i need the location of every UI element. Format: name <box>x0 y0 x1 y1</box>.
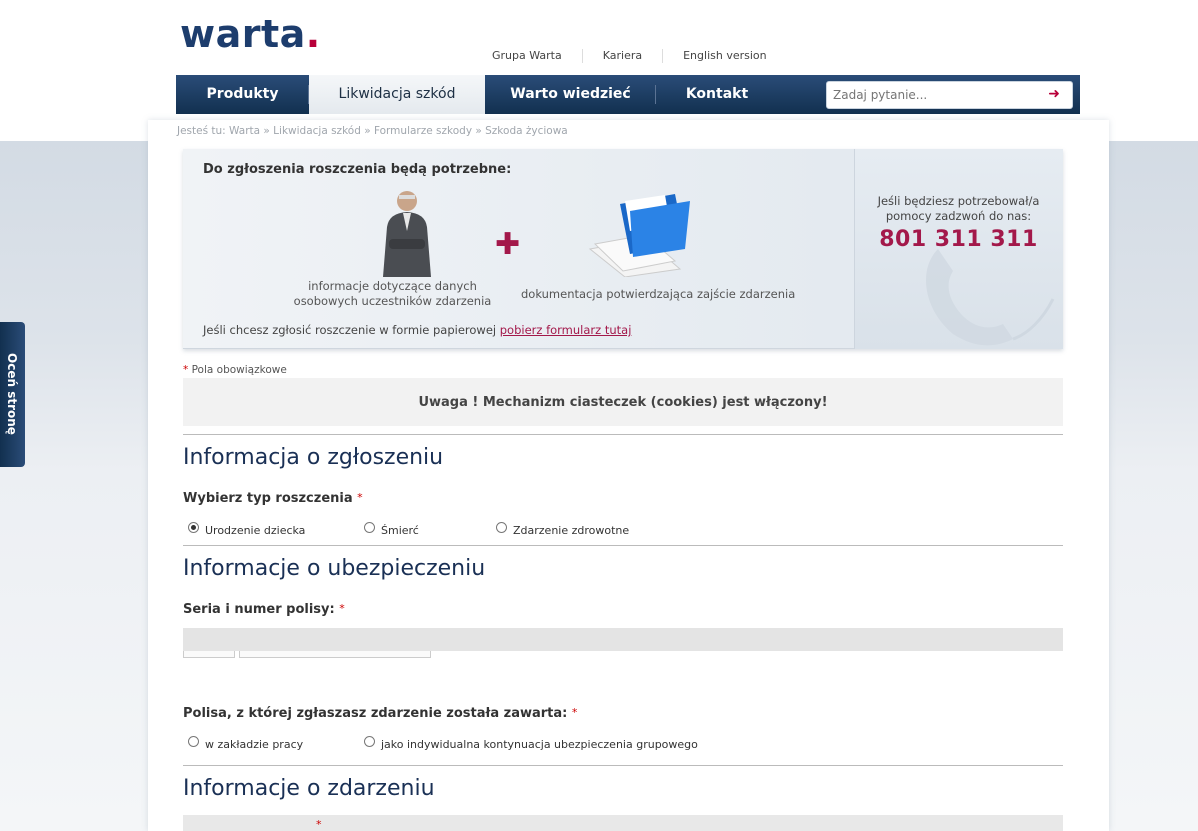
nav-item-kontakt[interactable]: Kontakt <box>656 75 778 114</box>
phone-icon <box>926 249 1055 346</box>
nav-item-warto-wiedziec[interactable]: Warto wiedzieć <box>485 75 656 114</box>
policy-number-row <box>183 628 1063 651</box>
requirements-box: Do zgłoszenia roszczenia będą potrzebne:… <box>183 149 1063 349</box>
plus-icon: ✚ <box>495 227 521 262</box>
radio-button[interactable] <box>496 522 507 533</box>
next-field-row <box>183 815 1063 831</box>
required-star: * <box>316 818 322 831</box>
download-form-link[interactable]: pobierz formularz tutaj <box>500 323 632 337</box>
breadcrumb: Jesteś tu: Warta » Likwidacja szkód » Fo… <box>177 125 568 137</box>
rate-page-tab[interactable]: Oceń stronę <box>0 322 25 467</box>
top-link-english[interactable]: English version <box>662 49 787 63</box>
divider <box>183 434 1063 435</box>
top-link-grupa-warta[interactable]: Grupa Warta <box>478 49 582 63</box>
search-submit-arrow-icon[interactable]: ➜ <box>1048 86 1060 102</box>
policy-number-label: Seria i numer polisy: * <box>183 602 345 617</box>
documentation-caption: dokumentacja potwierdzająca zajście zdar… <box>521 287 796 301</box>
radio-button[interactable] <box>188 736 199 747</box>
radio-kontynuacja-indywidualna[interactable]: jako indywidualna kontynuacja ubezpiecze… <box>364 736 698 751</box>
rate-page-label: Oceń stronę <box>5 353 19 435</box>
paper-form-text: Jeśli chcesz zgłosić roszczenie w formie… <box>203 323 632 337</box>
documents-folder-icon <box>588 194 690 277</box>
section-title-ubezpieczenie: Informacje o ubezpieczeniu <box>183 556 486 581</box>
policy-type-label: Polisa, z której zgłaszasz zdarzenie zos… <box>183 706 578 721</box>
search-box: ➜ <box>826 81 1073 109</box>
divider <box>183 765 1063 766</box>
divider <box>183 545 1063 546</box>
policy-number-input[interactable] <box>239 651 431 658</box>
top-link-kariera[interactable]: Kariera <box>581 49 662 63</box>
warta-logo[interactable]: warta. <box>180 12 321 56</box>
help-text: Jeśli będziesz potrzebował/a pomocy zadz… <box>877 194 1040 223</box>
nav-item-likwidacja-szkod[interactable]: Likwidacja szkód <box>309 75 485 114</box>
requirements-title: Do zgłoszenia roszczenia będą potrzebne: <box>203 162 512 177</box>
radio-button[interactable] <box>364 736 375 747</box>
radio-zaklad-pracy[interactable]: w zakładzie pracy <box>188 736 303 751</box>
search-input[interactable] <box>833 82 1043 108</box>
nav-item-produkty[interactable]: Produkty <box>176 75 309 114</box>
businessman-icon <box>383 191 431 277</box>
phone-number: 801 311 311 <box>879 227 1038 252</box>
radio-smierc[interactable]: Śmierć <box>364 522 419 537</box>
required-fields-note: * Pola obowiązkowe <box>183 364 287 376</box>
policy-series-input[interactable] <box>183 651 235 658</box>
cookie-notice: Uwaga ! Mechanizm ciasteczek (cookies) j… <box>183 378 1063 426</box>
radio-button[interactable] <box>364 522 375 533</box>
section-title-zdarzenie: Informacje o zdarzeniu <box>183 776 435 801</box>
top-links: Grupa Warta Kariera English version <box>478 49 787 63</box>
claim-type-label: Wybierz typ roszczenia * <box>183 491 363 506</box>
section-title-zgloszenie: Informacja o zgłoszeniu <box>183 445 444 470</box>
radio-zdarzenie-zdrowotne[interactable]: Zdarzenie zdrowotne <box>496 522 629 537</box>
personal-data-caption: informacje dotyczące danych osobowych uc… <box>293 279 492 308</box>
radio-button-checked[interactable] <box>188 522 199 533</box>
radio-urodzenie-dziecka[interactable]: Urodzenie dziecka <box>188 522 305 537</box>
